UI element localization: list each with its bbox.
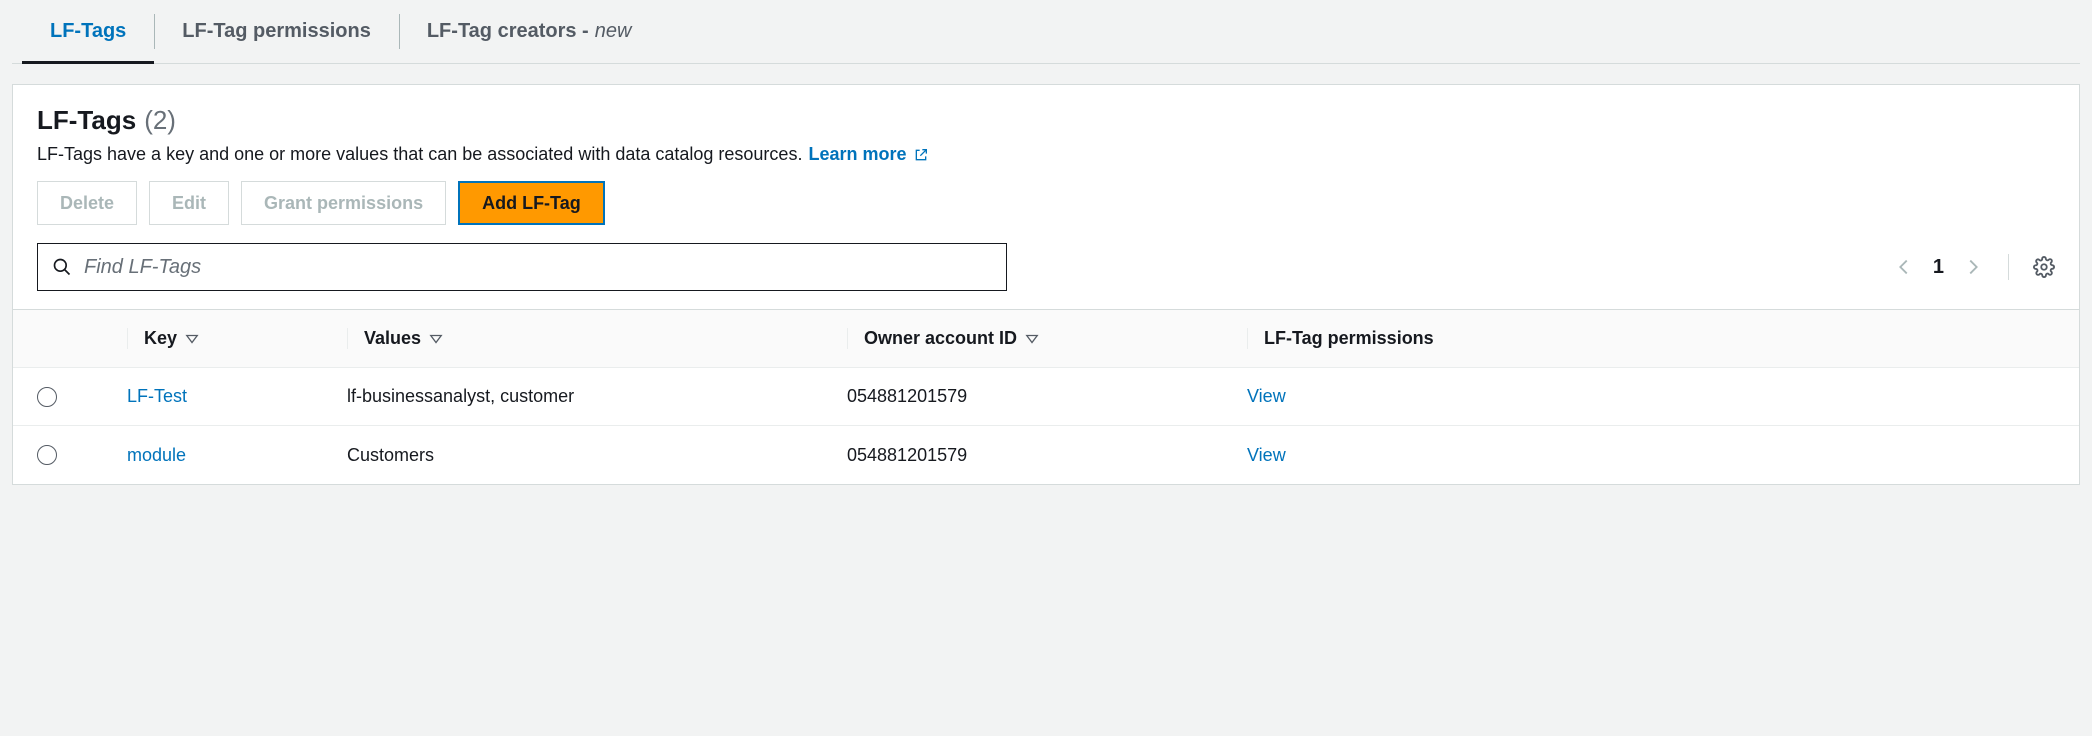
prev-page-icon[interactable] bbox=[1893, 256, 1915, 278]
tab-label: LF-Tag permissions bbox=[182, 20, 371, 43]
col-owner-label: Owner account ID bbox=[864, 328, 1017, 349]
view-permissions-link[interactable]: View bbox=[1247, 445, 2055, 466]
page-number: 1 bbox=[1933, 256, 1944, 279]
tab-label: LF-Tag creators - bbox=[427, 20, 589, 43]
card-desc-text: LF-Tags have a key and one or more value… bbox=[37, 144, 802, 165]
grant-permissions-button[interactable]: Grant permissions bbox=[241, 181, 446, 225]
select-radio[interactable] bbox=[37, 387, 57, 407]
card-title: LF-Tags (2) bbox=[37, 105, 2055, 136]
edit-button[interactable]: Edit bbox=[149, 181, 229, 225]
col-key-label: Key bbox=[144, 328, 177, 349]
search-input[interactable] bbox=[84, 256, 992, 279]
col-permissions: LF-Tag permissions bbox=[1247, 328, 2055, 349]
tab-label: LF-Tags bbox=[50, 20, 126, 43]
filter-icon bbox=[429, 332, 443, 346]
new-badge: new bbox=[595, 20, 632, 43]
external-link-icon bbox=[913, 147, 929, 163]
table-row: module Customers 054881201579 View bbox=[13, 426, 2079, 484]
next-page-icon[interactable] bbox=[1962, 256, 1984, 278]
col-perm-label: LF-Tag permissions bbox=[1264, 328, 1434, 349]
card-description: LF-Tags have a key and one or more value… bbox=[37, 144, 2055, 165]
card-title-text: LF-Tags bbox=[37, 105, 136, 136]
card-count: (2) bbox=[144, 105, 176, 136]
lf-tags-card: LF-Tags (2) LF-Tags have a key and one o… bbox=[12, 84, 2080, 485]
select-radio[interactable] bbox=[37, 445, 57, 465]
owner-account-id: 054881201579 bbox=[847, 386, 1247, 407]
row-select bbox=[37, 387, 127, 407]
tab-lf-tag-permissions[interactable]: LF-Tag permissions bbox=[154, 0, 399, 63]
learn-more-label: Learn more bbox=[808, 144, 906, 165]
view-permissions-link[interactable]: View bbox=[1247, 386, 2055, 407]
learn-more-link[interactable]: Learn more bbox=[808, 144, 928, 165]
pager: 1 bbox=[1893, 254, 2055, 280]
col-key[interactable]: Key bbox=[127, 328, 347, 349]
lf-tag-key-link[interactable]: LF-Test bbox=[127, 386, 347, 407]
tab-lf-tags[interactable]: LF-Tags bbox=[22, 0, 154, 63]
search-box[interactable] bbox=[37, 243, 1007, 291]
add-lf-tag-button[interactable]: Add LF-Tag bbox=[458, 181, 605, 225]
col-values[interactable]: Values bbox=[347, 328, 847, 349]
actions-row: Delete Edit Grant permissions Add LF-Tag bbox=[37, 181, 2055, 225]
settings-icon[interactable] bbox=[2033, 256, 2055, 278]
search-icon bbox=[52, 257, 72, 277]
table-header-row: Key Values Owner account ID bbox=[13, 310, 2079, 368]
filter-icon bbox=[185, 332, 199, 346]
owner-account-id: 054881201579 bbox=[847, 445, 1247, 466]
lf-tag-values: lf-businessanalyst, customer bbox=[347, 386, 847, 407]
delete-button[interactable]: Delete bbox=[37, 181, 137, 225]
lf-tag-values: Customers bbox=[347, 445, 847, 466]
tabs: LF-Tags LF-Tag permissions LF-Tag creato… bbox=[12, 0, 2080, 64]
table-row: LF-Test lf-businessanalyst, customer 054… bbox=[13, 368, 2079, 426]
tab-lf-tag-creators[interactable]: LF-Tag creators - new bbox=[399, 0, 660, 63]
lf-tag-key-link[interactable]: module bbox=[127, 445, 347, 466]
row-select bbox=[37, 445, 127, 465]
lf-tags-table: Key Values Owner account ID bbox=[13, 309, 2079, 484]
col-owner[interactable]: Owner account ID bbox=[847, 328, 1247, 349]
filter-icon bbox=[1025, 332, 1039, 346]
pager-separator bbox=[2008, 254, 2009, 280]
toolbar: 1 bbox=[37, 243, 2055, 291]
col-values-label: Values bbox=[364, 328, 421, 349]
